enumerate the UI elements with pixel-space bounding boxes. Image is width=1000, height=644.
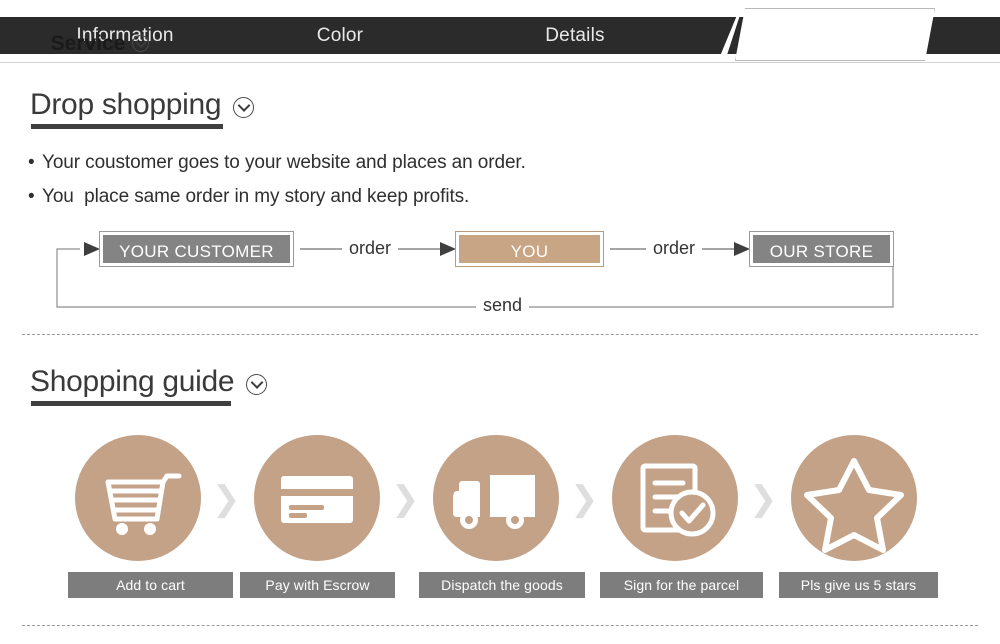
guide-step-label: Add to cart: [68, 572, 233, 598]
flow-label-order-1: order: [342, 238, 399, 259]
shopping-guide-steps: Add to cart Pay with Escrow Dispatch the…: [0, 435, 1000, 600]
guide-step-circle: [612, 435, 738, 561]
header-rule: [0, 62, 1000, 63]
drop-shopping-flow-diagram: YOUR CUSTOMER YOU OUR STORE order order …: [0, 222, 1000, 322]
tab-details[interactable]: Details: [485, 17, 665, 54]
section-divider: [22, 334, 978, 335]
tab-service-label: Service: [50, 32, 126, 55]
flow-box-you-label: YOU: [510, 242, 549, 261]
star-outline-icon: [804, 458, 904, 553]
list-item-text: You place same order in my story and kee…: [42, 186, 470, 207]
flow-box-you: YOU: [455, 231, 604, 267]
drop-shopping-heading-text: Drop shopping: [30, 88, 222, 121]
tab-color[interactable]: Color: [250, 17, 430, 54]
tab-details-label: Details: [545, 25, 605, 46]
chevron-down-circle-icon[interactable]: [132, 34, 150, 52]
guide-step-circle: [254, 435, 380, 561]
shopping-guide-heading-text: Shopping guide: [30, 365, 235, 398]
list-item: • You place same order in my story and ke…: [28, 180, 928, 214]
guide-step-sign-for-the-parcel: Sign for the parcel: [600, 435, 763, 598]
guide-step-dispatch-the-goods: Dispatch the goods: [419, 435, 585, 598]
guide-step-add-to-cart: Add to cart: [68, 435, 233, 598]
flow-label-send: send: [476, 295, 530, 316]
guide-step-pay-with-escrow: Pay with Escrow: [240, 435, 395, 598]
guide-step-circle: [433, 435, 559, 561]
section-divider: [22, 625, 978, 626]
step-separator-chevron-icon: ❯: [570, 480, 599, 518]
list-item: • Your coustomer goes to your website and…: [28, 146, 928, 180]
credit-card-icon: [281, 476, 353, 523]
bullet-marker: •: [28, 186, 35, 207]
guide-step-circle: [791, 435, 917, 561]
shopping-guide-heading: Shopping guide: [30, 365, 268, 399]
shopping-cart-icon: [105, 473, 182, 535]
step-separator-chevron-icon: ❯: [749, 480, 778, 518]
tab-service[interactable]: [735, 8, 935, 61]
chevron-down-circle-icon[interactable]: [233, 96, 255, 118]
tab-bar: Information Color Details Service: [0, 8, 1000, 61]
tab-color-label: Color: [316, 25, 364, 46]
drop-shopping-heading-underline: [31, 124, 223, 129]
bullet-marker: •: [28, 152, 35, 173]
guide-step-pls-give-us-5-stars: Pls give us 5 stars: [779, 435, 938, 598]
shopping-guide-heading-underline: [31, 401, 231, 406]
guide-step-label: Dispatch the goods: [419, 572, 585, 598]
list-item-text: Your coustomer goes to your website and …: [42, 152, 526, 173]
tab-bar-inner: Information Color Details Service: [0, 8, 1000, 61]
step-separator-chevron-icon: ❯: [212, 480, 241, 518]
chevron-down-circle-icon[interactable]: [246, 373, 268, 395]
guide-step-label: Sign for the parcel: [600, 572, 763, 598]
drop-shopping-heading: Drop shopping: [30, 88, 255, 122]
delivery-truck-icon: [453, 475, 535, 529]
flow-label-order-2: order: [646, 238, 703, 259]
flow-box-our-store: OUR STORE: [749, 231, 894, 267]
flow-box-your-customer: YOUR CUSTOMER: [99, 231, 294, 267]
product-detail-page: Information Color Details Service Drop s…: [0, 0, 1000, 644]
guide-step-label: Pls give us 5 stars: [779, 572, 938, 598]
drop-shopping-bullet-list: • Your coustomer goes to your website and…: [28, 146, 928, 214]
guide-step-circle: [75, 435, 201, 561]
document-check-icon: [640, 463, 716, 537]
guide-step-label: Pay with Escrow: [240, 572, 395, 598]
flow-box-our-store-label: OUR STORE: [769, 242, 874, 261]
step-separator-chevron-icon: ❯: [391, 480, 420, 518]
flow-box-your-customer-label: YOUR CUSTOMER: [119, 242, 274, 261]
